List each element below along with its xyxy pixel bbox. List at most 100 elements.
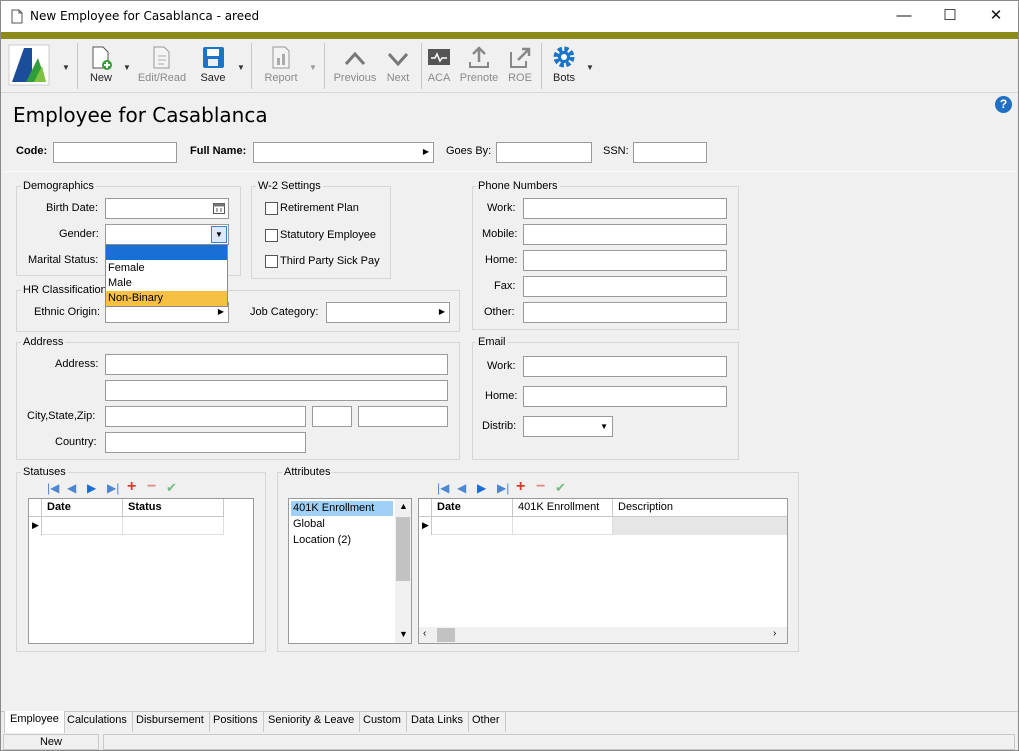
maximize-button[interactable]: ☐ — [927, 1, 973, 32]
phone-work-input[interactable] — [523, 198, 727, 219]
statuses-status-header[interactable]: Status — [123, 499, 224, 517]
app-logo-button[interactable] — [7, 39, 51, 91]
list-item[interactable]: 401K Enrollment — [291, 501, 393, 516]
save-button[interactable]: Save — [197, 39, 229, 91]
help-icon[interactable]: ? — [995, 96, 1012, 113]
phone-fax-label: Fax: — [494, 280, 516, 292]
minimize-button[interactable]: — — [881, 1, 927, 32]
email-home-input[interactable] — [523, 386, 727, 407]
attributes-list[interactable]: 401K Enrollment Global Location (2) ▲ ▼ — [288, 498, 412, 644]
prenote-button[interactable]: Prenote — [459, 39, 499, 91]
add-record-icon[interactable]: + — [516, 478, 525, 496]
table-cell[interactable] — [513, 517, 613, 535]
table-row[interactable] — [42, 517, 123, 535]
previous-button[interactable]: Previous — [331, 39, 379, 91]
statuses-date-header[interactable]: Date — [42, 499, 123, 517]
delete-record-icon[interactable]: − — [147, 478, 156, 496]
state-input[interactable] — [312, 406, 352, 427]
gender-options-list[interactable]: Female Male Non-Binary — [105, 244, 228, 307]
scrollbar-thumb[interactable] — [396, 517, 410, 581]
statutory-employee-checkbox[interactable] — [265, 229, 278, 242]
w2-settings-title: W-2 Settings — [256, 180, 323, 192]
email-distrib-select[interactable]: ▼ — [523, 416, 613, 437]
scrollbar-thumb[interactable] — [437, 628, 455, 642]
previous-record-icon[interactable]: ◀ — [67, 481, 76, 495]
last-record-icon[interactable]: ▶| — [107, 481, 119, 495]
scroll-down-icon[interactable]: ▼ — [399, 629, 408, 639]
third-party-sick-pay-checkbox[interactable] — [265, 255, 278, 268]
address-line2-input[interactable] — [105, 380, 448, 401]
email-work-input[interactable] — [523, 356, 727, 377]
scroll-right-icon[interactable]: › — [773, 628, 776, 639]
close-button[interactable]: ✕ — [973, 1, 1018, 32]
list-item[interactable]: Location (2) — [291, 533, 393, 548]
scroll-left-icon[interactable]: ‹ — [423, 628, 426, 639]
goesby-input[interactable] — [496, 142, 592, 163]
aca-button[interactable]: ACA — [425, 39, 453, 91]
horizontal-scrollbar[interactable]: ‹ › — [419, 627, 787, 643]
first-record-icon[interactable]: |◀ — [437, 481, 449, 495]
first-record-icon[interactable]: |◀ — [47, 481, 59, 495]
tab-positions[interactable]: Positions — [208, 712, 264, 732]
attributes-grid[interactable]: Date 401K Enrollment Description ▶ ‹ › — [418, 498, 788, 644]
new-button[interactable]: New — [85, 39, 117, 91]
phone-other-input[interactable] — [523, 302, 727, 323]
attributes-401k-header[interactable]: 401K Enrollment — [513, 499, 613, 517]
calendar-icon[interactable] — [213, 202, 225, 214]
country-input[interactable] — [105, 432, 306, 453]
tab-seniority-leave[interactable]: Seniority & Leave — [263, 712, 361, 732]
bots-button[interactable]: Bots — [549, 39, 579, 91]
city-input[interactable] — [105, 406, 306, 427]
roe-button[interactable]: ROE — [505, 39, 535, 91]
phone-home-input[interactable] — [523, 250, 727, 271]
retirement-plan-checkbox[interactable] — [265, 202, 278, 215]
confirm-record-icon[interactable]: ✔ — [555, 480, 566, 496]
phone-fax-input[interactable] — [523, 276, 727, 297]
tab-employee[interactable]: Employee — [4, 711, 65, 733]
phone-other-label: Other: — [484, 306, 515, 318]
bots-dropdown-icon[interactable]: ▼ — [586, 63, 594, 72]
next-button[interactable]: Next — [383, 39, 413, 91]
gender-option-male[interactable]: Male — [106, 276, 227, 291]
tab-disbursement[interactable]: Disbursement — [131, 712, 210, 732]
gender-select[interactable]: ▼ — [105, 224, 229, 245]
table-row[interactable] — [432, 517, 513, 535]
last-record-icon[interactable]: ▶| — [497, 481, 509, 495]
gender-option-non-binary[interactable]: Non-Binary — [106, 291, 227, 306]
zip-input[interactable] — [358, 406, 448, 427]
tab-other[interactable]: Other — [467, 712, 506, 732]
new-dropdown-icon[interactable]: ▼ — [123, 63, 131, 72]
next-record-icon[interactable]: ▶ — [87, 481, 96, 495]
report-button[interactable]: Report — [259, 39, 303, 91]
next-record-icon[interactable]: ▶ — [477, 481, 486, 495]
code-input[interactable] — [53, 142, 177, 163]
add-record-icon[interactable]: + — [127, 478, 136, 496]
table-cell[interactable] — [613, 517, 787, 535]
scroll-up-icon[interactable]: ▲ — [399, 501, 408, 511]
job-category-input[interactable]: ▶ — [326, 302, 450, 323]
save-dropdown-icon[interactable]: ▼ — [237, 63, 245, 72]
logo-dropdown-icon[interactable]: ▼ — [62, 63, 70, 72]
birth-date-input[interactable] — [105, 198, 229, 219]
statuses-grid[interactable]: Date Status ▶ — [28, 498, 254, 644]
attributes-description-header[interactable]: Description — [613, 499, 787, 517]
previous-record-icon[interactable]: ◀ — [457, 481, 466, 495]
address-line1-input[interactable] — [105, 354, 448, 375]
confirm-record-icon[interactable]: ✔ — [166, 480, 177, 496]
list-item[interactable]: Global — [291, 517, 393, 532]
tab-data-links[interactable]: Data Links — [406, 712, 469, 732]
vertical-scrollbar[interactable]: ▲ ▼ — [395, 499, 411, 643]
report-dropdown-icon[interactable]: ▼ — [309, 63, 317, 72]
attributes-date-header[interactable]: Date — [432, 499, 513, 517]
phone-mobile-input[interactable] — [523, 224, 727, 245]
gender-option-female[interactable]: Female — [106, 261, 227, 276]
edit-read-button[interactable]: Edit/Read — [135, 39, 189, 91]
tab-calculations[interactable]: Calculations — [62, 712, 133, 732]
delete-record-icon[interactable]: − — [536, 478, 545, 496]
tab-custom[interactable]: Custom — [358, 712, 407, 732]
gender-option-blank[interactable] — [106, 245, 227, 260]
fullname-input[interactable]: ▶ — [253, 142, 434, 163]
table-cell[interactable] — [123, 517, 224, 535]
ssn-input[interactable] — [633, 142, 707, 163]
gender-dropdown-button[interactable]: ▼ — [211, 226, 227, 243]
